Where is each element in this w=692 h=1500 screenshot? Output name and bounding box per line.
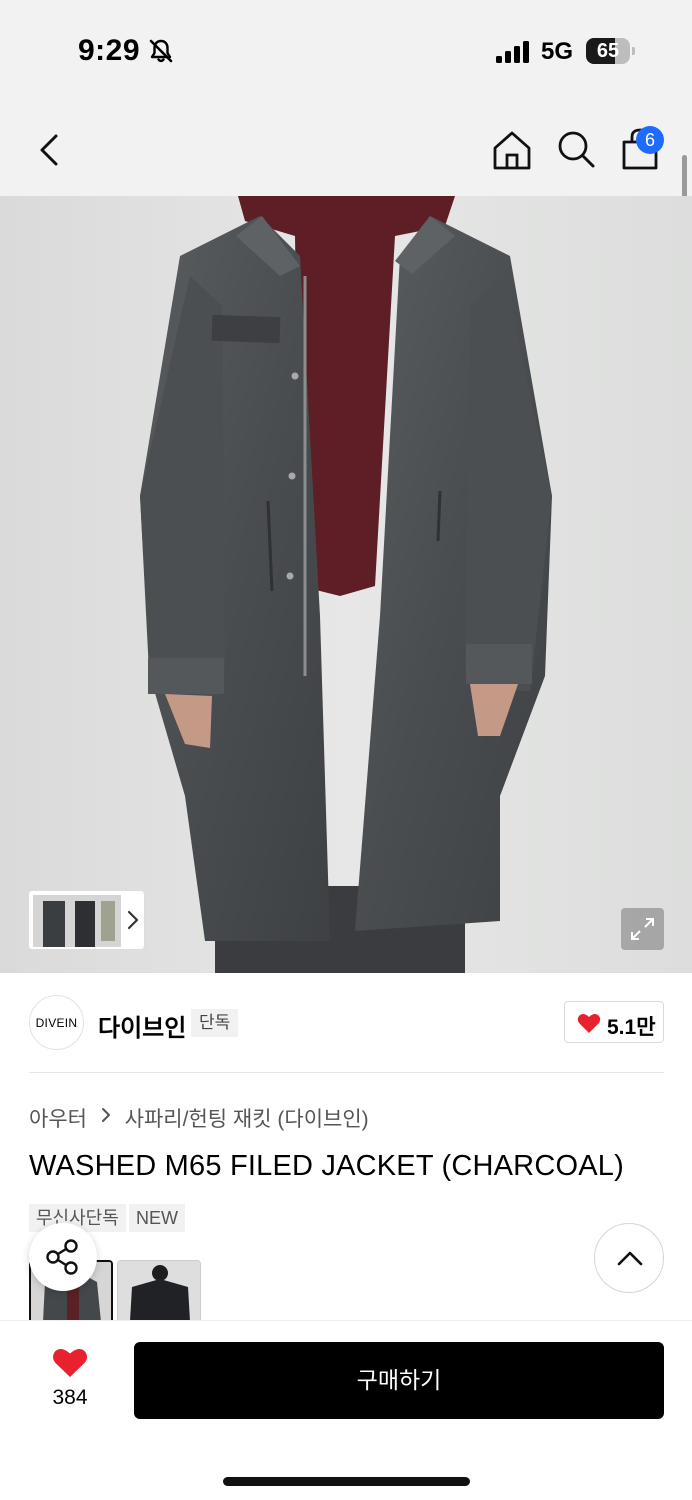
chevron-right-icon	[127, 910, 139, 930]
brand-logo[interactable]: DIVEIN	[29, 995, 84, 1050]
status-time: 9:29	[78, 34, 141, 67]
heart-icon	[577, 1014, 601, 1033]
chevron-up-icon	[617, 1251, 643, 1266]
brand-like-button[interactable]: 5.1만	[564, 1001, 664, 1043]
bell-slash-icon	[149, 39, 173, 63]
share-icon	[46, 1239, 78, 1275]
back-chevron-icon[interactable]	[30, 130, 70, 170]
chevron-right-icon	[101, 1107, 110, 1122]
cart-count-badge: 6	[636, 126, 664, 154]
section-divider	[29, 1072, 664, 1073]
home-icon[interactable]	[490, 128, 534, 172]
share-button[interactable]	[29, 1223, 97, 1291]
battery-icon: 65	[586, 38, 635, 64]
brand-exclusive-tag: 단독	[191, 1009, 239, 1037]
color-option-black[interactable]	[117, 1260, 201, 1320]
buy-button[interactable]: 구매하기	[134, 1342, 664, 1419]
search-icon[interactable]	[555, 128, 597, 170]
product-main-image[interactable]	[0, 196, 692, 973]
new-tag: NEW	[129, 1204, 185, 1232]
signal-bars-icon	[496, 41, 529, 63]
battery-percent: 65	[596, 40, 620, 62]
home-indicator	[223, 1477, 470, 1486]
wishlist-count: 384	[52, 1386, 88, 1409]
image-gallery-preview[interactable]	[28, 890, 145, 950]
network-type: 5G	[541, 38, 574, 65]
scroll-to-top-button[interactable]	[594, 1223, 664, 1293]
gallery-thumbnail	[33, 895, 121, 947]
breadcrumb: 아우터 사파리/헌팅 재킷 (다이브인)	[29, 1103, 369, 1131]
expand-icon	[631, 918, 654, 940]
model-coat-illustration	[0, 196, 692, 973]
heart-icon[interactable]	[52, 1346, 88, 1378]
breadcrumb-subcategory[interactable]: 사파리/헌팅 재킷 (다이브인)	[125, 1103, 369, 1133]
product-page: 9:29 5G 65 6 DIVEIN 다이브인 단독 5.1만 아우터 사파리…	[0, 0, 692, 1500]
product-title: WASHED M65 FILED JACKET (CHARCOAL)	[29, 1150, 624, 1182]
breadcrumb-category[interactable]: 아우터	[29, 1103, 87, 1133]
expand-image-button[interactable]	[621, 908, 664, 950]
brand-name[interactable]: 다이브인	[98, 1008, 186, 1043]
brand-like-count: 5.1만	[607, 1016, 656, 1039]
